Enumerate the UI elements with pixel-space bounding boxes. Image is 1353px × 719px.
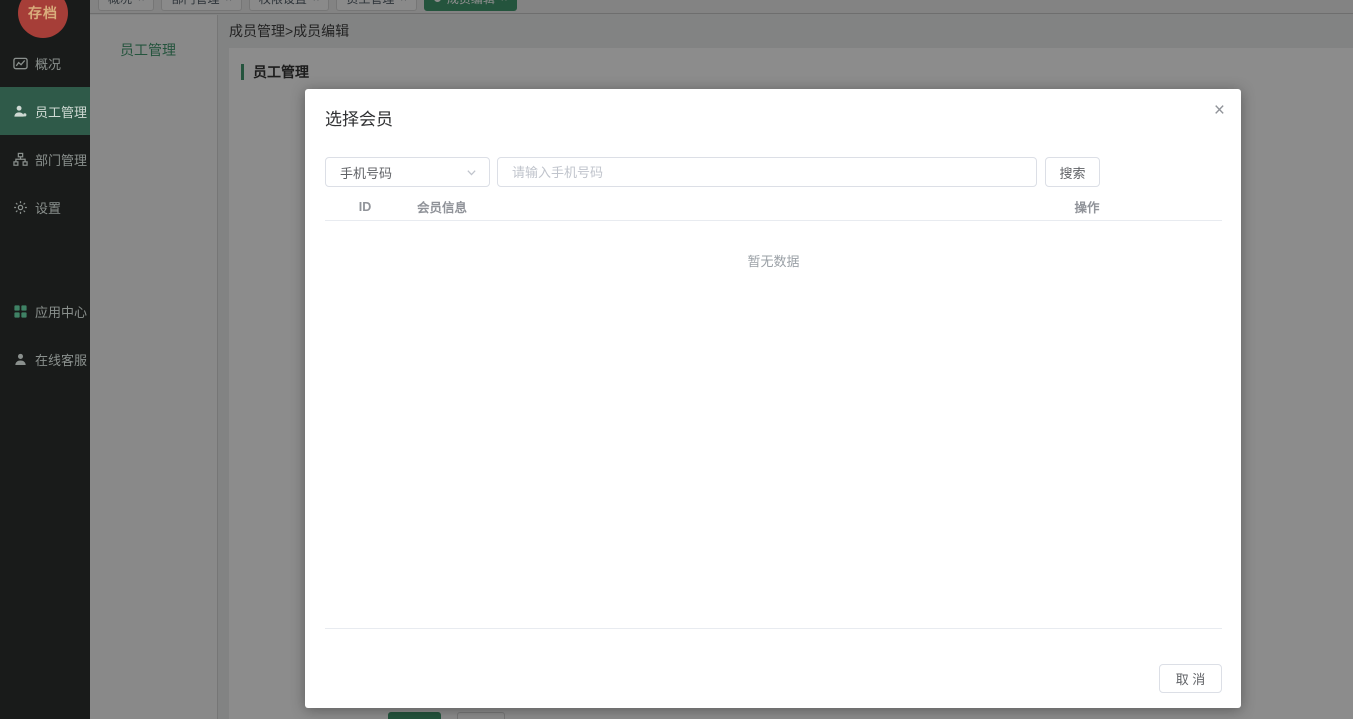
sidebar-item-label: 部门管理 <box>35 152 88 168</box>
sidebar-item-department-management[interactable]: 部门管理 <box>0 135 90 183</box>
sidebar: 存档 概况 员工管理 部门管理 设置 应用中心 在线客服 <box>0 0 90 719</box>
overview-chart-icon <box>13 57 28 69</box>
sidebar-item-app-center[interactable]: 应用中心 <box>0 287 90 335</box>
settings-gear-icon <box>14 200 27 214</box>
customer-service-icon <box>15 353 26 365</box>
department-icon <box>13 152 28 166</box>
dialog-footer-divider <box>325 628 1222 629</box>
empty-state-text: 暂无数据 <box>747 254 800 269</box>
column-header-member-info: 会员信息 <box>417 201 468 215</box>
sidebar-item-label: 应用中心 <box>35 304 88 320</box>
sidebar-item-label: 概况 <box>35 56 62 72</box>
dialog-body: 手机号码 搜索 ID 会员信息 操作 暂无数据 <box>305 157 1241 270</box>
employee-icon <box>14 105 27 117</box>
app-logo[interactable]: 存档 <box>18 0 68 38</box>
sidebar-item-settings[interactable]: 设置 <box>0 183 90 231</box>
search-filter-value: 手机号码 <box>340 165 393 181</box>
sidebar-item-label: 在线客服 <box>35 352 88 368</box>
sidebar-item-online-service[interactable]: 在线客服 <box>0 335 90 383</box>
apps-grid-icon <box>14 304 27 318</box>
sidebar-item-label: 员工管理 <box>35 104 88 120</box>
close-icon[interactable]: × <box>1214 101 1225 120</box>
cancel-button[interactable]: 取 消 <box>1159 664 1222 693</box>
phone-number-input[interactable] <box>497 157 1037 187</box>
dialog-title: 选择会员 <box>325 110 393 129</box>
app-logo-text: 存档 <box>28 5 58 21</box>
search-filter-select[interactable]: 手机号码 <box>325 157 490 187</box>
search-row: 手机号码 搜索 <box>325 157 1222 187</box>
column-header-actions: 操作 <box>1074 201 1100 215</box>
sidebar-item-label: 设置 <box>35 200 62 216</box>
search-button[interactable]: 搜索 <box>1045 157 1100 187</box>
select-member-dialog: 选择会员 × 手机号码 搜索 ID 会员信息 操作 暂无数据 取 消 <box>305 89 1241 708</box>
chevron-down-icon <box>467 169 476 175</box>
dialog-header: 选择会员 <box>305 89 1241 130</box>
column-header-id: ID <box>358 199 372 214</box>
sidebar-item-employee-management[interactable]: 员工管理 <box>0 87 90 135</box>
table-header-row: ID 会员信息 操作 <box>325 193 1222 221</box>
app-window: 存档 概况 员工管理 部门管理 设置 应用中心 在线客服 员工管理 成员管理>成… <box>0 0 1353 719</box>
sidebar-item-overview[interactable]: 概况 <box>0 39 90 87</box>
sidebar-nav: 概况 员工管理 部门管理 设置 应用中心 在线客服 <box>0 39 90 383</box>
